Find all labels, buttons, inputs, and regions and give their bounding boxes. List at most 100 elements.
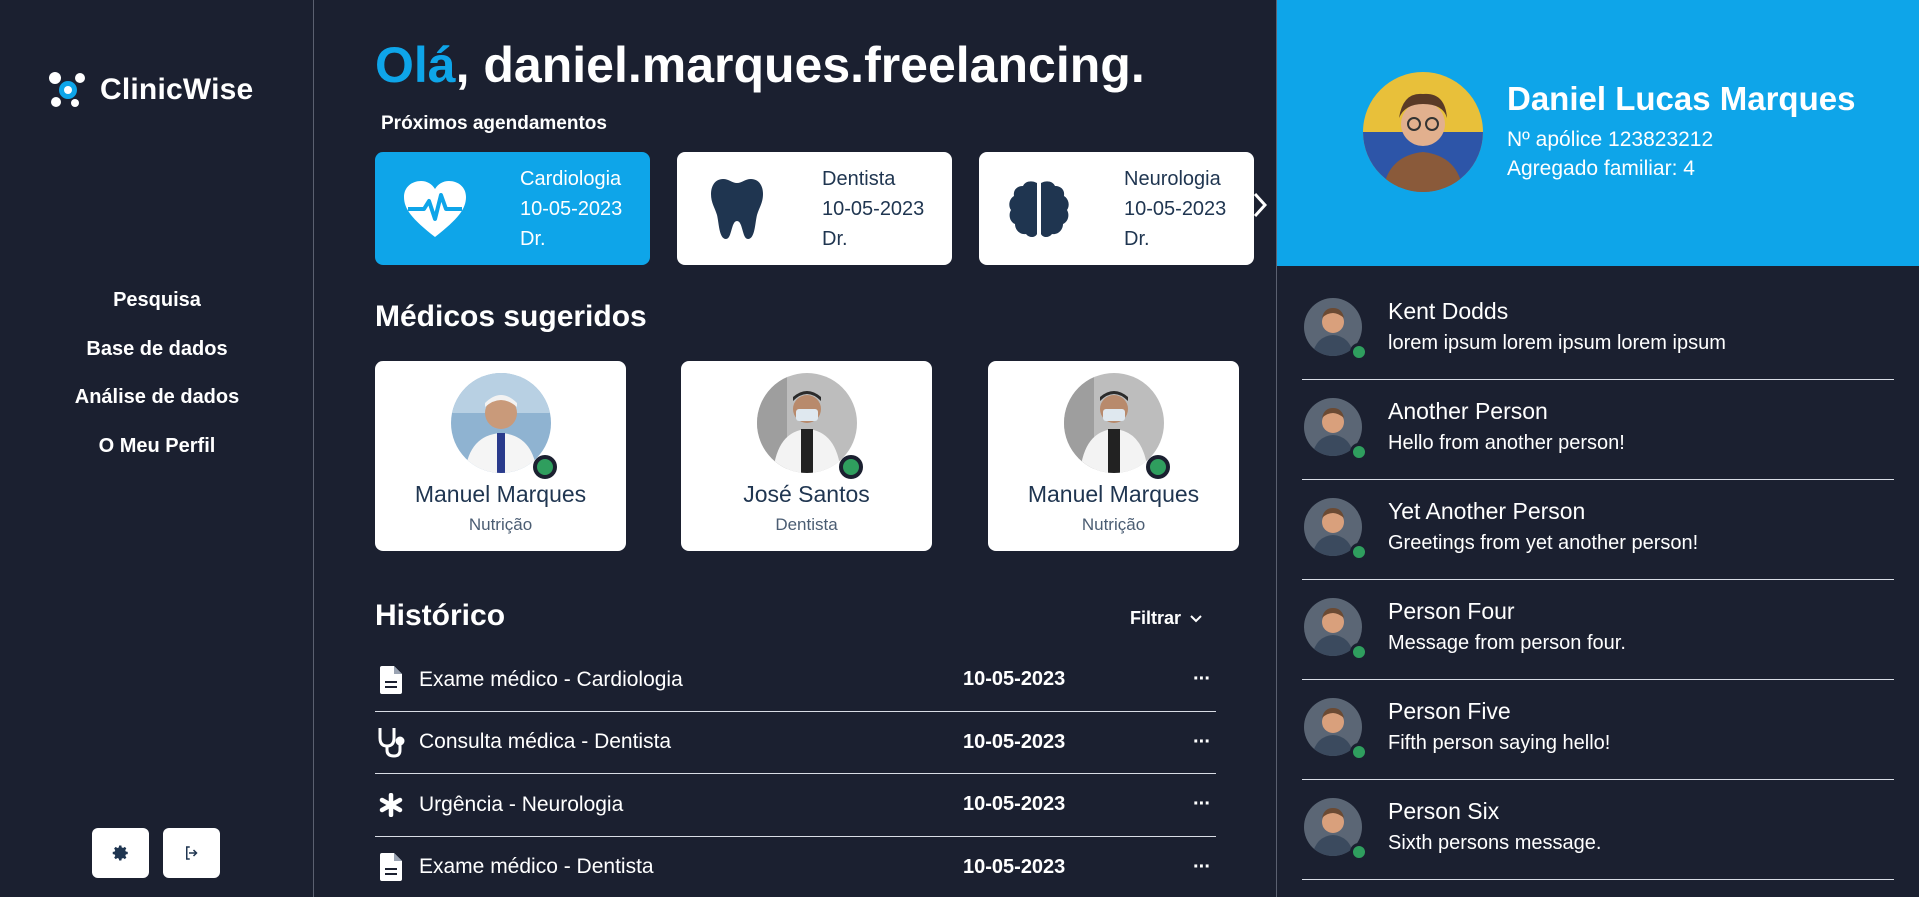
filter-label: Filtrar bbox=[1130, 608, 1182, 628]
online-status-dot bbox=[1350, 443, 1368, 461]
history-title: Histórico bbox=[375, 599, 506, 632]
history-title-text: Consulta médica - Dentista bbox=[419, 730, 672, 754]
profile-household: Agregado familiar: 4 bbox=[1507, 157, 1695, 180]
asterisk-icon bbox=[375, 792, 407, 817]
right-panel: Daniel Lucas Marques Nº apólice 12382321… bbox=[1276, 0, 1919, 897]
stethoscope-icon bbox=[375, 726, 407, 758]
filter-dropdown[interactable]: Filtrar bbox=[1130, 608, 1203, 629]
greeting-username: , daniel.marques.freelancing. bbox=[455, 37, 1145, 93]
doctor-name: Manuel Marques bbox=[414, 481, 587, 507]
appointments-list: Cardiologia 10-05-2023 Dr. Dentista 10-0… bbox=[375, 152, 1265, 265]
appointment-date: 10-05-2023 bbox=[1124, 197, 1227, 220]
nav-item-analise-de-dados[interactable]: Análise de dados bbox=[0, 383, 314, 432]
document-icon bbox=[375, 665, 407, 694]
doctor-specialty: Nutrição bbox=[468, 515, 533, 534]
suggested-doctors-list: Manuel Marques Nutrição José Santos Dent… bbox=[375, 361, 1245, 551]
appointment-specialty: Neurologia bbox=[1124, 167, 1221, 190]
history-row[interactable]: Exame médico - Cardiologia 10-05-2023 ··… bbox=[375, 649, 1216, 712]
more-options-icon[interactable]: ··· bbox=[1193, 856, 1211, 879]
profile-policy: Nº apólice 123823212 bbox=[1507, 128, 1714, 151]
logout-icon bbox=[185, 846, 198, 860]
main-nav: Pesquisa Base de dados Análise de dados … bbox=[0, 286, 314, 480]
contact-name: Kent Dodds bbox=[1388, 298, 1509, 324]
appointment-specialty: Cardiologia bbox=[520, 167, 622, 190]
history-date: 10-05-2023 bbox=[963, 730, 1066, 753]
appointment-doctor: Dr. bbox=[822, 227, 848, 250]
settings-button[interactable] bbox=[92, 828, 149, 878]
history-date: 10-05-2023 bbox=[963, 855, 1066, 878]
contact-item[interactable]: Person Five Fifth person saying hello! bbox=[1302, 680, 1894, 780]
logout-button[interactable] bbox=[163, 828, 220, 878]
main-content: Olá, daniel.marques.freelancing. Próximo… bbox=[315, 0, 1276, 897]
sidebar: ClinicWise Pesquisa Base de dados Anális… bbox=[0, 0, 314, 897]
appointment-date: 10-05-2023 bbox=[520, 197, 623, 220]
online-status-dot bbox=[1350, 543, 1368, 561]
doctor-card[interactable]: Manuel Marques Nutrição bbox=[988, 361, 1239, 551]
online-status-dot bbox=[1350, 643, 1368, 661]
contact-name: Person Five bbox=[1388, 698, 1511, 724]
logo-text: ClinicWise bbox=[100, 73, 254, 106]
online-status-dot bbox=[1350, 343, 1368, 361]
contact-name: Person Four bbox=[1388, 598, 1515, 624]
history-row[interactable]: Urgência - Neurologia 10-05-2023 ··· bbox=[375, 774, 1216, 837]
history-row[interactable]: Consulta médica - Dentista 10-05-2023 ··… bbox=[375, 712, 1216, 774]
doctor-specialty: Nutrição bbox=[1081, 515, 1146, 534]
appointment-card[interactable]: Neurologia 10-05-2023 Dr. bbox=[979, 152, 1254, 265]
greeting-hello: Olá bbox=[375, 37, 456, 93]
suggested-doctors-title: Médicos sugeridos bbox=[375, 300, 647, 333]
nav-item-base-de-dados[interactable]: Base de dados bbox=[0, 335, 314, 384]
contact-item[interactable]: Another Person Hello from another person… bbox=[1302, 380, 1894, 480]
doctor-card[interactable]: Manuel Marques Nutrição bbox=[375, 361, 626, 551]
contact-name: Person Six bbox=[1388, 798, 1500, 824]
contact-item[interactable]: Kent Dodds lorem ipsum lorem ipsum lorem… bbox=[1302, 280, 1894, 380]
contact-message: lorem ipsum lorem ipsum lorem ipsum bbox=[1388, 332, 1726, 354]
online-status-dot bbox=[533, 455, 557, 479]
chevron-down-icon bbox=[1190, 614, 1202, 622]
appointment-date: 10-05-2023 bbox=[822, 197, 925, 220]
online-status-dot bbox=[1350, 743, 1368, 761]
doctor-name: José Santos bbox=[743, 481, 870, 507]
profile-header: Daniel Lucas Marques Nº apólice 12382321… bbox=[1277, 0, 1919, 266]
doctor-specialty: Dentista bbox=[775, 515, 838, 534]
doctor-name: Manuel Marques bbox=[1027, 481, 1200, 507]
contact-item[interactable]: Person Four Message from person four. bbox=[1302, 580, 1894, 680]
online-status-dot bbox=[839, 455, 863, 479]
more-options-icon[interactable]: ··· bbox=[1193, 731, 1211, 754]
contact-message: Fifth person saying hello! bbox=[1388, 732, 1611, 754]
nav-item-meu-perfil[interactable]: O Meu Perfil bbox=[0, 432, 314, 481]
history-title-text: Exame médico - Cardiologia bbox=[419, 667, 683, 691]
logo[interactable]: ClinicWise bbox=[46, 70, 253, 110]
contact-message: Message from person four. bbox=[1388, 632, 1626, 654]
online-status-dot bbox=[1350, 843, 1368, 861]
contact-name: Another Person bbox=[1388, 398, 1548, 424]
history-list: Exame médico - Cardiologia 10-05-2023 ··… bbox=[375, 649, 1216, 897]
appointment-card[interactable]: Cardiologia 10-05-2023 Dr. bbox=[375, 152, 650, 265]
history-row[interactable]: Exame médico - Dentista 10-05-2023 ··· bbox=[375, 837, 1216, 897]
heart-pulse-icon bbox=[395, 179, 475, 239]
greeting: Olá, daniel.marques.freelancing. bbox=[375, 36, 1145, 94]
history-date: 10-05-2023 bbox=[963, 668, 1066, 691]
contacts-list: Kent Dodds lorem ipsum lorem ipsum lorem… bbox=[1302, 280, 1894, 880]
contact-message: Hello from another person! bbox=[1388, 432, 1625, 454]
contact-item[interactable]: Person Six Sixth persons message. bbox=[1302, 780, 1894, 880]
nav-item-pesquisa[interactable]: Pesquisa bbox=[0, 286, 314, 335]
gear-icon bbox=[112, 845, 128, 861]
history-title-text: Urgência - Neurologia bbox=[419, 792, 624, 816]
profile-avatar[interactable] bbox=[1363, 72, 1483, 192]
appointment-specialty: Dentista bbox=[822, 167, 896, 190]
contact-item[interactable]: Yet Another Person Greetings from yet an… bbox=[1302, 480, 1894, 580]
contact-message: Greetings from yet another person! bbox=[1388, 532, 1699, 554]
contact-message: Sixth persons message. bbox=[1388, 832, 1602, 854]
logo-icon bbox=[49, 72, 85, 107]
appointment-doctor: Dr. bbox=[1124, 227, 1150, 250]
appointment-card[interactable]: Dentista 10-05-2023 Dr. bbox=[677, 152, 952, 265]
document-icon bbox=[375, 853, 407, 882]
more-options-icon[interactable]: ··· bbox=[1193, 668, 1211, 691]
more-options-icon[interactable]: ··· bbox=[1193, 793, 1211, 816]
chevron-right-icon[interactable] bbox=[1253, 192, 1268, 223]
history-title-text: Exame médico - Dentista bbox=[419, 855, 654, 879]
contact-name: Yet Another Person bbox=[1388, 498, 1586, 524]
history-date: 10-05-2023 bbox=[963, 793, 1066, 816]
doctor-card[interactable]: José Santos Dentista bbox=[681, 361, 932, 551]
brain-icon bbox=[999, 179, 1079, 239]
